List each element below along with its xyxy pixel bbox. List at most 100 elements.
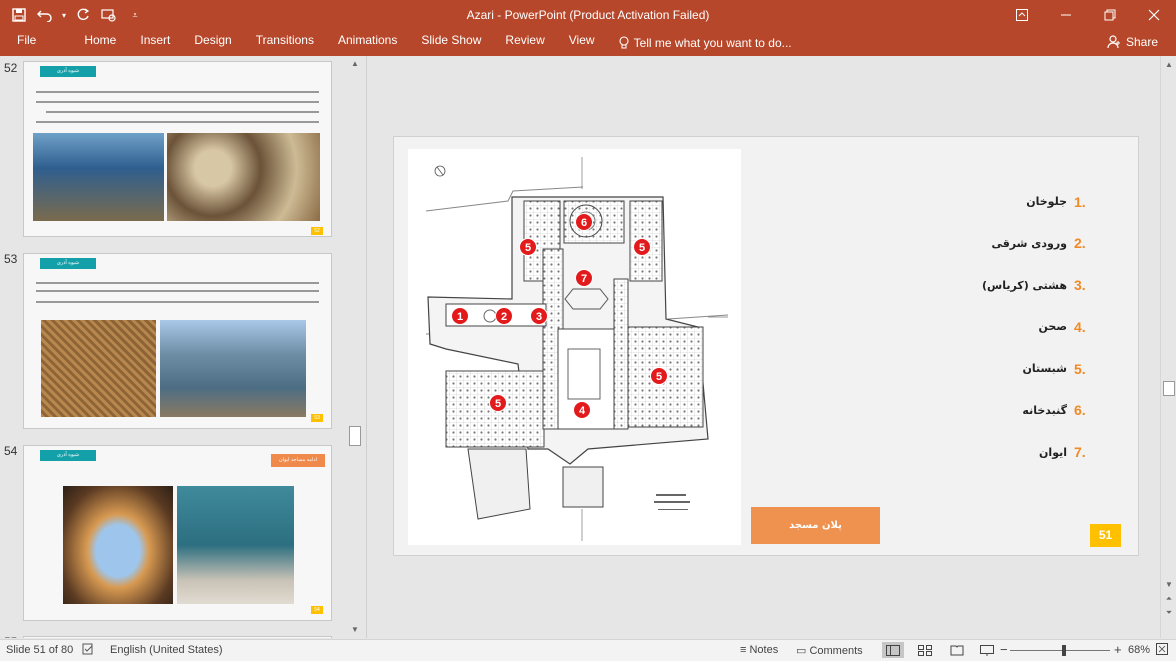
legend-item: جلوخان 1. xyxy=(868,191,1088,212)
scroll-up-icon[interactable]: ▲ xyxy=(350,59,360,69)
legend-item: صحن 4. xyxy=(868,316,1088,337)
slide-sorter-icon[interactable] xyxy=(914,642,936,658)
legend-number: 4. xyxy=(1074,318,1086,335)
window-controls xyxy=(1000,0,1176,30)
spell-check-icon[interactable] xyxy=(82,643,94,658)
plan-marker-label: 5 xyxy=(525,242,531,254)
arch-sunset-photo xyxy=(63,486,173,604)
scrollbar-thumb[interactable] xyxy=(349,426,361,446)
slide-show-icon[interactable] xyxy=(976,642,998,658)
zoom-level[interactable]: 68% xyxy=(1128,644,1150,656)
legend-item: شبستان 5. xyxy=(868,358,1088,379)
close-icon[interactable] xyxy=(1132,0,1176,30)
legend-item: ورودی شرقی 2. xyxy=(868,233,1088,254)
legend-text: گنبدخانه xyxy=(1022,403,1067,417)
next-slide-icon[interactable]: ⏷ xyxy=(1164,608,1174,618)
mosque-plan-image[interactable]: 1 2 3 4 5 5 5 5 6 7 xyxy=(408,149,741,545)
person-icon xyxy=(1107,35,1120,49)
tell-me-text: Tell me what you want to do... xyxy=(633,35,792,50)
tab-slide-show[interactable]: Slide Show xyxy=(409,30,493,56)
notes-button[interactable]: ≡ Notes xyxy=(740,644,778,656)
thumbnail-number: 55 xyxy=(4,635,17,638)
zoom-slider[interactable] xyxy=(1010,650,1110,651)
text-line xyxy=(36,91,319,93)
tab-file[interactable]: File xyxy=(0,30,53,56)
status-bar: Slide 51 of 80 English (United States) ≡… xyxy=(0,639,1176,661)
previous-slide-icon[interactable]: ⏶ xyxy=(1164,594,1174,604)
reading-view-icon[interactable] xyxy=(946,642,968,658)
slide-scrollbar[interactable]: ▲ ▼ ⏶ ⏷ xyxy=(1160,56,1176,638)
text-line xyxy=(36,101,319,103)
restore-icon[interactable] xyxy=(1088,0,1132,30)
legend-text: ورودی شرقی xyxy=(991,236,1067,250)
legend-number: 2. xyxy=(1074,235,1086,252)
tell-me-box[interactable]: Tell me what you want to do... xyxy=(607,30,804,56)
legend-text: شبستان xyxy=(1022,362,1067,376)
comments-button[interactable]: ▭ Comments xyxy=(796,644,863,657)
fit-to-window-icon[interactable] xyxy=(1156,643,1168,658)
thumbnail-subtitle-tag: ادامه مساجد ایوان xyxy=(271,454,325,467)
zoom-out-icon[interactable]: − xyxy=(1000,642,1008,657)
plan-title-box[interactable]: پلان مسجد xyxy=(751,507,880,544)
plan-marker-label: 4 xyxy=(579,405,586,417)
tab-insert[interactable]: Insert xyxy=(128,30,182,56)
ribbon-display-options-icon[interactable] xyxy=(1000,0,1044,30)
scroll-down-icon[interactable]: ▼ xyxy=(350,625,360,635)
plan-marker-label: 1 xyxy=(457,311,463,323)
plan-legend: جلوخان 1. ورودی شرقی 2. هشتی (کریاس) 3. … xyxy=(868,191,1088,484)
slide-thumbnail-55[interactable] xyxy=(23,636,332,638)
slide-editing-area[interactable]: 1 2 3 4 5 5 5 5 6 7 جلوخان 1. ورودی شرقی 2. هشتی … xyxy=(366,56,1160,638)
tab-home[interactable]: Home xyxy=(53,30,128,56)
plan-marker-label: 3 xyxy=(536,311,542,323)
plan-marker-label: 5 xyxy=(639,242,645,254)
zoom-in-icon[interactable]: + xyxy=(1114,642,1122,657)
plan-marker-label: 5 xyxy=(495,398,501,410)
current-slide[interactable]: 1 2 3 4 5 5 5 5 6 7 جلوخان 1. ورودی شرقی 2. هشتی … xyxy=(393,136,1139,556)
legend-item: ایوان 7. xyxy=(868,442,1088,463)
normal-view-icon[interactable] xyxy=(882,642,904,658)
text-line xyxy=(36,282,319,284)
iwan-photo xyxy=(160,320,306,417)
zoom-slider-thumb[interactable] xyxy=(1062,645,1066,656)
scrollbar-thumb[interactable] xyxy=(1163,381,1175,396)
tab-review[interactable]: Review xyxy=(493,30,556,56)
text-line xyxy=(36,121,319,123)
mosque-photo xyxy=(33,133,164,221)
thumbnail-page-badge: 52 xyxy=(311,227,323,235)
text-line xyxy=(36,301,319,303)
slide-thumbnail-53[interactable]: شیوه آذری 53 xyxy=(23,253,332,429)
slide-thumbnail-52[interactable]: شیوه آذری 52 xyxy=(23,61,332,237)
thumbnail-number: 54 xyxy=(4,444,18,458)
legend-number: 5. xyxy=(1074,360,1086,377)
thumbnail-page-badge: 53 xyxy=(311,414,323,422)
minimize-icon[interactable] xyxy=(1044,0,1088,30)
tab-animations[interactable]: Animations xyxy=(326,30,409,56)
scroll-up-icon[interactable]: ▲ xyxy=(1164,60,1174,69)
tab-transitions[interactable]: Transitions xyxy=(244,30,326,56)
share-button[interactable]: Share xyxy=(1107,32,1158,52)
thumbnail-title-tag: شیوه آذری xyxy=(40,450,96,461)
plan-marker-label: 7 xyxy=(581,273,587,285)
legend-number: 7. xyxy=(1074,444,1086,461)
thumbnail-scrollbar[interactable]: ▲ ▼ xyxy=(348,56,362,638)
thumbnail-title-tag: شیوه آذری xyxy=(40,258,96,269)
plan-marker-label: 6 xyxy=(581,217,587,229)
slide-thumbnail-54[interactable]: شیوه آذری ادامه مساجد ایوان 54 xyxy=(23,445,332,621)
legend-text: هشتی (کریاس) xyxy=(981,278,1067,292)
ribbon: File Home Insert Design Transitions Anim… xyxy=(0,30,1176,56)
slide-page-number: 51 xyxy=(1090,524,1121,547)
brick-vault-photo xyxy=(41,320,156,417)
thumbnail-page-badge: 54 xyxy=(311,606,323,614)
tab-view[interactable]: View xyxy=(557,30,607,56)
legend-item: هشتی (کریاس) 3. xyxy=(868,275,1088,296)
tab-design[interactable]: Design xyxy=(182,30,243,56)
text-line xyxy=(46,111,319,113)
plan-marker-label: 5 xyxy=(656,371,662,383)
title-bar: ▾ ⩡ Azari - PowerPoint (Product Activati… xyxy=(0,0,1176,30)
share-label: Share xyxy=(1125,35,1158,49)
slide-thumbnail-pane[interactable]: 52 شیوه آذری 52 53 شیوه آذری 53 54 شیوه … xyxy=(0,56,346,638)
thumbnail-number: 53 xyxy=(4,252,18,266)
scroll-down-icon[interactable]: ▼ xyxy=(1164,580,1174,589)
language-indicator[interactable]: English (United States) xyxy=(110,644,223,656)
legend-number: 3. xyxy=(1074,277,1086,294)
